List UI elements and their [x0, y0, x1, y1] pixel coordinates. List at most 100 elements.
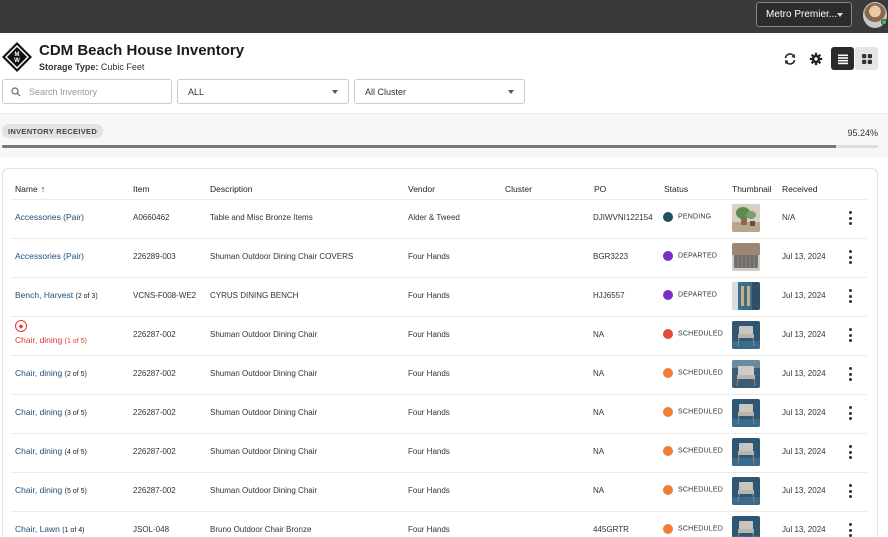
search-box[interactable] — [2, 79, 172, 104]
status-dot-icon — [663, 524, 673, 534]
column-header-received[interactable]: Received — [782, 184, 817, 194]
row-item: 226289-003 — [133, 252, 176, 261]
row-item: 226287-002 — [133, 369, 176, 378]
storage-type-value: Cubic Feet — [100, 62, 145, 72]
sort-ascending-icon: ↑ — [40, 184, 46, 194]
status-label: DEPARTED — [678, 252, 718, 260]
row-po: HJJ6557 — [593, 291, 625, 300]
row-received: Jul 13, 2024 — [782, 447, 826, 456]
status-dot-icon — [663, 407, 673, 417]
row-thumbnail[interactable] — [732, 282, 760, 310]
row-more-options-icon[interactable] — [846, 289, 854, 303]
row-name-count: (2 of 3) — [75, 293, 98, 300]
row-item: VCNS-F008-WE2 — [133, 291, 197, 300]
row-received: Jul 13, 2024 — [782, 408, 826, 417]
row-description: Shuman Outdoor Dining Chair — [210, 330, 318, 339]
row-item: A0660462 — [133, 213, 170, 222]
row-vendor: Four Hands — [408, 525, 450, 534]
page-title: CDM Beach House Inventory — [39, 42, 245, 59]
row-thumbnail[interactable] — [732, 477, 760, 505]
column-header-vendor[interactable]: Vendor — [408, 184, 435, 194]
status-dot-icon — [663, 251, 673, 261]
chevron-down-icon — [508, 90, 514, 94]
row-item: 226287-002 — [133, 408, 176, 417]
status-label: SCHEDULED — [678, 330, 723, 338]
row-more-options-icon[interactable] — [846, 328, 854, 342]
status-dot-icon — [663, 446, 673, 456]
received-progress-bar — [2, 145, 878, 148]
row-thumbnail[interactable] — [732, 399, 760, 427]
search-input[interactable] — [29, 86, 159, 97]
row-name-link[interactable]: Chair, dining (2 of 5) — [15, 368, 87, 378]
received-progress-fill — [2, 145, 837, 148]
row-more-options-icon[interactable] — [846, 445, 854, 459]
row-thumbnail[interactable] — [732, 438, 760, 466]
row-name-link[interactable]: Bench, Harvest (2 of 3) — [15, 290, 98, 300]
column-header-po[interactable]: PO — [594, 184, 606, 194]
row-more-options-icon[interactable] — [846, 367, 854, 381]
row-description: Shuman Outdoor Dining Chair — [210, 369, 318, 378]
column-header-name[interactable]: Name ↑ — [15, 184, 45, 194]
row-po: NA — [593, 486, 605, 495]
status-dot-icon — [663, 290, 673, 300]
row-vendor: Four Hands — [408, 447, 450, 456]
row-name: Chair, dining — [15, 368, 63, 378]
row-thumbnail[interactable] — [732, 321, 760, 349]
row-name: Chair, dining — [15, 335, 63, 345]
row-thumbnail[interactable] — [732, 204, 760, 232]
row-po: 445GRTR — [593, 525, 629, 534]
row-more-options-icon[interactable] — [846, 211, 854, 225]
row-thumbnail[interactable] — [732, 360, 760, 388]
row-more-options-icon[interactable] — [846, 484, 854, 498]
column-header-description[interactable]: Description — [210, 184, 253, 194]
row-po: NA — [593, 408, 605, 417]
row-name-count: (1 of 5) — [64, 338, 87, 345]
row-more-options-icon[interactable] — [846, 523, 854, 537]
chevron-down-icon — [332, 90, 338, 94]
status-dot-icon — [663, 212, 673, 222]
row-more-options-icon[interactable] — [846, 250, 854, 264]
row-name-link[interactable]: Chair, Lawn (1 of 4) — [15, 524, 84, 534]
row-name-link[interactable]: Chair, dining (1 of 5) — [15, 335, 87, 345]
row-vendor: Four Hands — [408, 252, 450, 261]
row-name-link[interactable]: Chair, dining (3 of 5) — [15, 407, 87, 417]
row-description: Bruno Outdoor Chair Bronze — [210, 525, 312, 534]
row-status: PENDING — [663, 212, 711, 222]
cluster-filter-select[interactable]: All Cluster — [354, 79, 525, 104]
status-filter-select[interactable]: ALL — [177, 79, 349, 104]
row-vendor: Four Hands — [408, 369, 450, 378]
row-thumbnail[interactable] — [732, 516, 760, 537]
user-avatar[interactable] — [863, 2, 887, 28]
row-vendor: Four Hands — [408, 408, 450, 417]
row-status: SCHEDULED — [663, 524, 723, 534]
online-status-icon — [881, 19, 887, 25]
storage-type-label: Storage Type: — [39, 62, 99, 72]
settings-button[interactable] — [805, 48, 827, 70]
row-name-link[interactable]: Accessories (Pair) — [15, 251, 84, 261]
row-name-link[interactable]: Chair, dining (4 of 5) — [15, 446, 87, 456]
row-status: SCHEDULED — [663, 329, 723, 339]
row-received: Jul 13, 2024 — [782, 525, 826, 534]
row-thumbnail[interactable] — [732, 243, 760, 271]
row-more-options-icon[interactable] — [846, 406, 854, 420]
column-header-item[interactable]: Item — [133, 184, 150, 194]
organization-select[interactable]: Metro Premier... — [756, 2, 852, 27]
column-header-cluster[interactable]: Cluster — [505, 184, 532, 194]
row-status: DEPARTED — [663, 290, 717, 300]
row-name-count: (5 of 5) — [64, 488, 87, 495]
column-header-status[interactable]: Status — [664, 184, 688, 194]
grid-view-button[interactable] — [855, 47, 878, 70]
sync-button[interactable] — [779, 48, 801, 70]
row-item: 226287-002 — [133, 447, 176, 456]
alert-icon: ◆ — [15, 320, 27, 332]
row-description: Shuman Outdoor Dining Chair — [210, 408, 318, 417]
row-description: Shuman Outdoor Dining Chair — [210, 486, 318, 495]
row-name-link[interactable]: Chair, dining (5 of 5) — [15, 485, 87, 495]
list-view-button[interactable] — [831, 47, 854, 70]
sync-icon — [784, 53, 796, 65]
row-item: 226287-002 — [133, 486, 176, 495]
row-name-link[interactable]: Accessories (Pair) — [15, 212, 84, 222]
row-status: SCHEDULED — [663, 485, 723, 495]
row-name: Chair, dining — [15, 407, 63, 417]
row-po: NA — [593, 369, 605, 378]
